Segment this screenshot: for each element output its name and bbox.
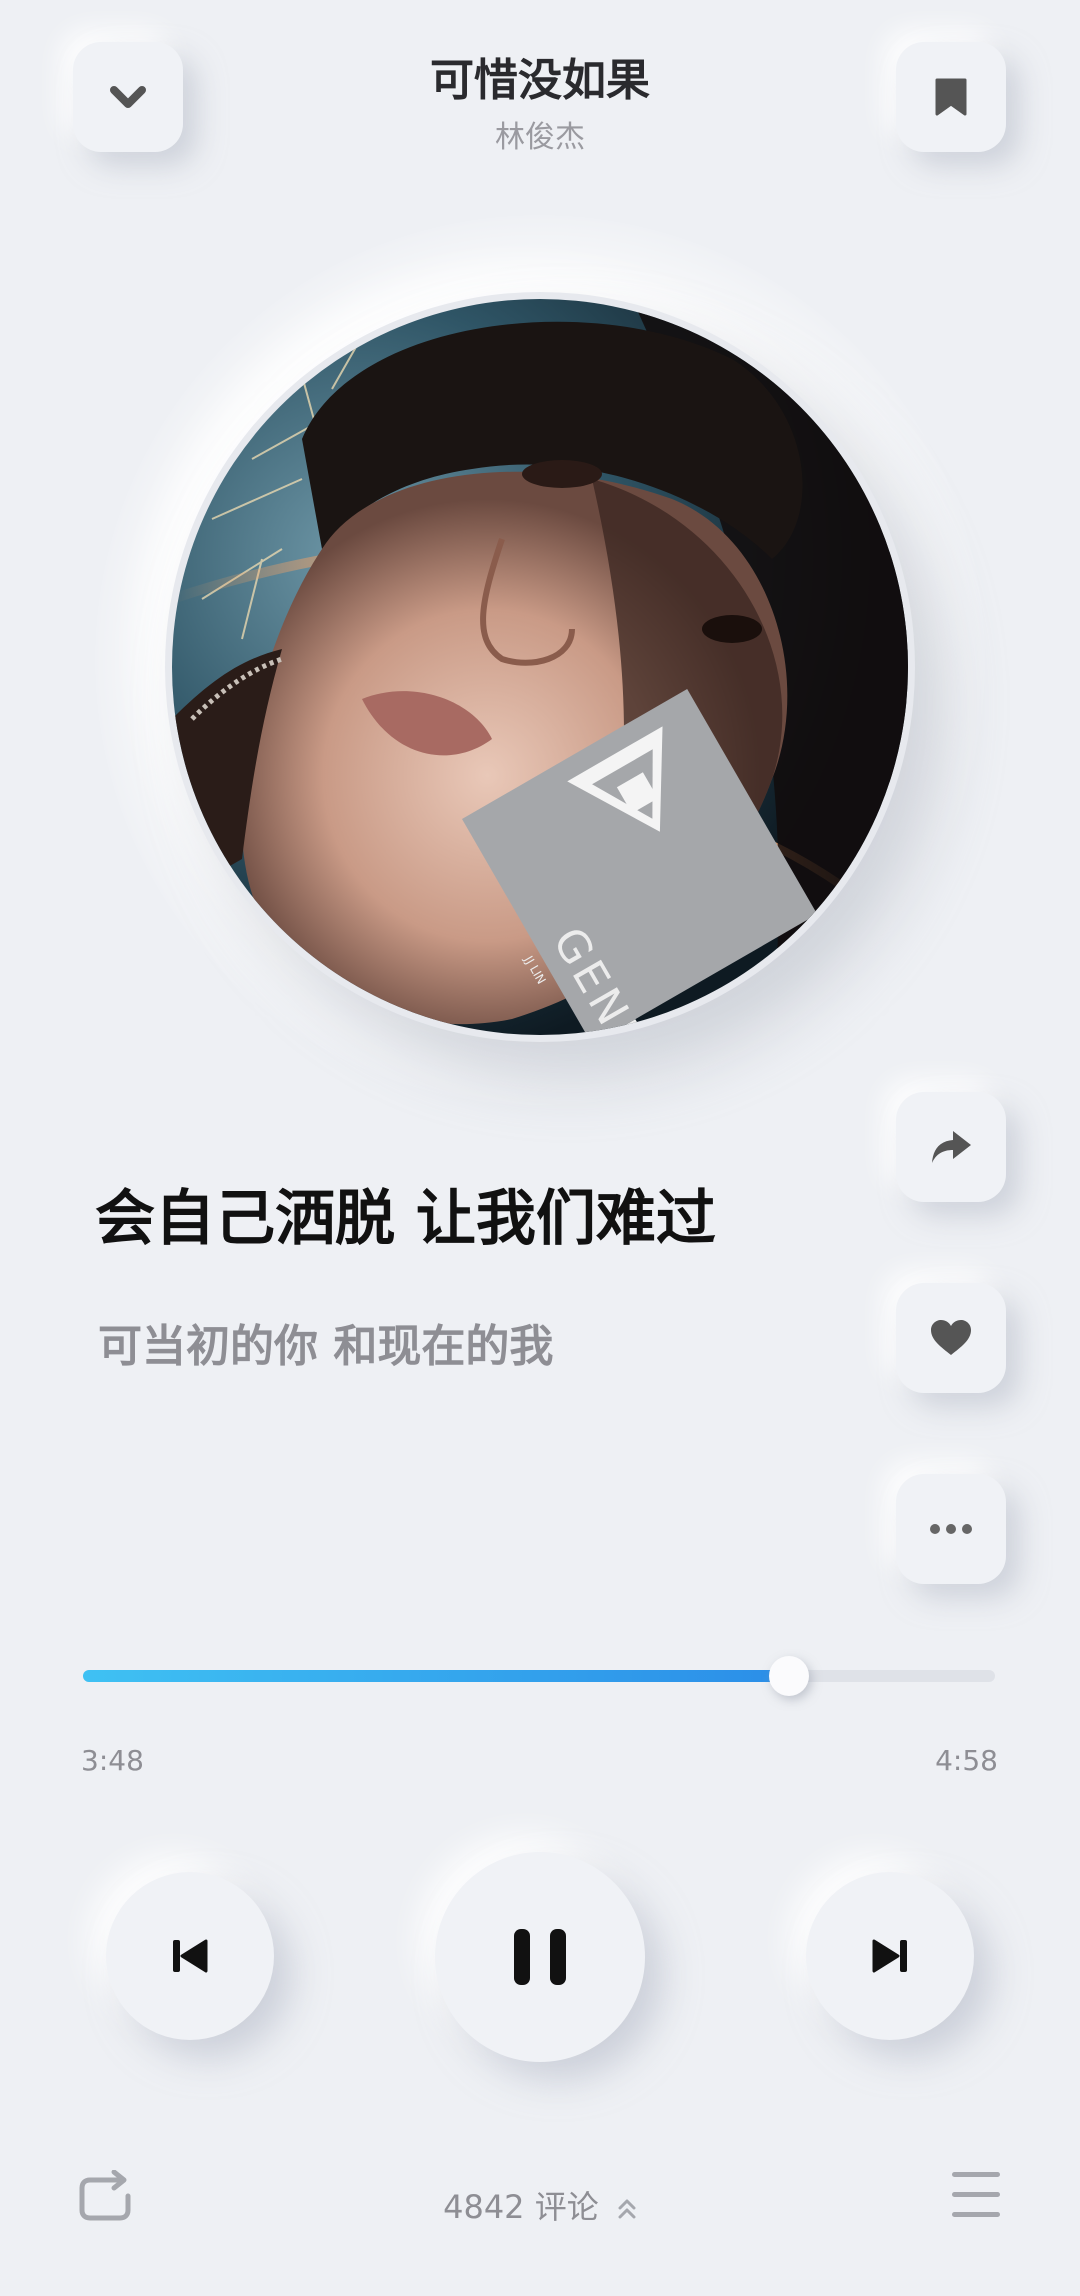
progress-bar[interactable] <box>83 1656 995 1696</box>
play-pause-button[interactable] <box>435 1852 645 2062</box>
progress-fill <box>83 1670 789 1682</box>
bookmark-icon <box>935 78 967 116</box>
playlist-button[interactable] <box>950 2170 1002 2224</box>
album-art-frame: GENESIS JJ LIN <box>165 292 915 1042</box>
pause-icon <box>514 1929 566 1985</box>
bookmark-button[interactable] <box>896 42 1006 152</box>
more-icon <box>930 1524 972 1534</box>
album-cover-illustration: GENESIS JJ LIN <box>172 299 908 1035</box>
total-time: 4:58 <box>935 1744 998 1777</box>
comments-link[interactable]: 4842 评论 <box>0 2182 1080 2228</box>
next-button[interactable] <box>806 1872 974 2040</box>
elapsed-time: 3:48 <box>81 1744 144 1777</box>
skip-next-icon <box>872 1939 907 1973</box>
comments-count: 4842 评论 <box>443 2188 599 2226</box>
chevron-up-icon <box>618 2199 636 2219</box>
favorite-button[interactable] <box>896 1283 1006 1393</box>
playlist-icon <box>952 2172 1000 2217</box>
more-button[interactable] <box>896 1474 1006 1584</box>
share-button[interactable] <box>896 1092 1006 1202</box>
heart-icon <box>931 1320 971 1355</box>
album-art: GENESIS JJ LIN <box>172 299 908 1035</box>
share-icon <box>932 1131 971 1163</box>
lyric-current-line: 会自己洒脱 让我们难过 <box>95 1184 716 1254</box>
progress-handle[interactable] <box>768 1656 809 1696</box>
skip-previous-icon <box>173 1939 208 1973</box>
previous-button[interactable] <box>106 1872 274 2040</box>
lyric-next-line: 可当初的你 和现在的我 <box>98 1321 554 1372</box>
